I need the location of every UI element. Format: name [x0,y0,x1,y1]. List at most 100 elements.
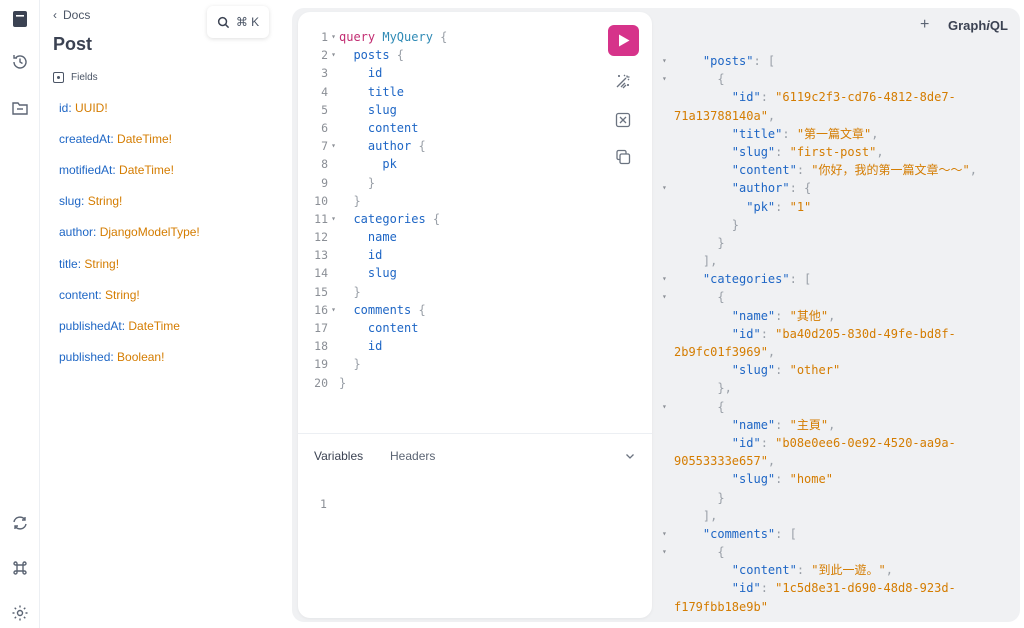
field-content[interactable]: content: String! [59,288,140,302]
fold-toggle-icon[interactable]: ▾ [328,301,339,319]
field-type[interactable]: DateTime [128,319,180,333]
fold-toggle-icon[interactable]: ▾ [660,52,674,70]
field-type[interactable]: UUID! [75,101,108,115]
field-title[interactable]: title: String! [59,257,119,271]
result-line: ▾ "comments": [ [660,525,1015,543]
result-text: "slug": "first-post", [731,144,884,159]
field-type[interactable]: DateTime! [119,163,174,177]
query-code[interactable]: 1 ▾ query MyQuery {2 ▾ posts {3 id 4 title 5 … [308,28,447,392]
field-type[interactable]: Boolean! [117,350,164,364]
field-publishedAt[interactable]: publishedAt: DateTime [59,319,180,333]
chevron-down-icon[interactable] [624,450,636,462]
shortcuts-icon[interactable] [6,554,34,582]
fold-toggle-icon [660,198,674,216]
docs-icon[interactable] [6,5,34,33]
fold-toggle-icon[interactable]: ▾ [660,398,674,416]
docs-back-link[interactable]: ‹ Docs [53,8,90,22]
field-type[interactable]: String! [105,288,140,302]
field-name[interactable]: slug [59,194,81,208]
field-name[interactable]: publishedAt [59,319,122,333]
code-line: 15 } [308,283,447,301]
field-type[interactable]: String! [84,257,119,271]
copy-query-button[interactable] [612,146,634,168]
fold-toggle-icon[interactable]: ▾ [660,70,674,88]
result-line: ▾ { [660,70,1015,88]
code-line: 16 ▾ comments { [308,301,447,319]
field-name[interactable]: content [59,288,98,302]
fold-toggle-icon[interactable]: ▾ [328,210,339,228]
result-line: "pk": "1" [660,198,1015,216]
prettify-button[interactable] [612,70,634,92]
result-text: "title": "第一篇文章", [731,126,879,141]
merge-fragments-button[interactable] [612,109,634,131]
fold-toggle-icon [328,374,339,392]
code-line: 2 ▾ posts { [308,46,447,64]
fold-toggle-icon [328,264,339,282]
settings-icon[interactable] [6,599,34,627]
code-line: 4 title [308,83,447,101]
line-number: 4 [321,84,328,99]
field-id[interactable]: id: UUID! [59,101,108,115]
field-type[interactable]: String! [88,194,123,208]
code-text: } [339,175,376,190]
fold-toggle-icon[interactable]: ▾ [328,46,339,64]
code-text: } [339,357,361,372]
field-name[interactable]: id [59,101,68,115]
result-viewer[interactable]: ▾ "posts": [▾ { "id": "6119c2f3-cd76-481… [660,52,1015,618]
result-text: } [674,217,740,232]
history-icon[interactable] [6,48,34,76]
run-query-button[interactable] [608,25,639,56]
result-text: }, [674,381,732,396]
query-editor[interactable]: 1 ▾ query MyQuery {2 ▾ posts {3 id 4 title 5 … [298,12,652,618]
field-published[interactable]: published: Boolean! [59,350,164,364]
fold-toggle-icon[interactable]: ▾ [660,543,674,561]
field-type[interactable]: DateTime! [117,132,172,146]
fold-toggle-icon[interactable]: ▾ [660,525,674,543]
fold-toggle-icon[interactable]: ▾ [328,28,339,46]
result-line: ▾ "author": { [660,179,1015,197]
field-type[interactable]: DjangoModelType! [100,225,200,239]
result-line: ▾ "categories": [ [660,270,1015,288]
fold-toggle-icon[interactable]: ▾ [328,137,339,155]
fold-toggle-icon[interactable]: ▾ [660,270,674,288]
line-number: 17 [314,321,328,335]
result-text: "categories": [ [702,272,812,287]
fold-toggle-icon [660,307,674,325]
tab-headers[interactable]: Headers [390,449,435,463]
field-name[interactable]: motifiedAt [59,163,112,177]
fold-toggle-icon [660,470,674,488]
field-name[interactable]: published [59,350,110,364]
code-line: 9 } [308,174,447,192]
docs-search-button[interactable]: ⌘ K [207,6,269,38]
code-line: 6 content [308,119,447,137]
add-tab-button[interactable]: + [920,16,929,34]
result-line: "slug": "home" [660,470,1015,488]
fold-toggle-icon[interactable]: ▾ [660,288,674,306]
field-author[interactable]: author: DjangoModelType! [59,225,200,239]
fold-toggle-icon [328,83,339,101]
line-number: 12 [314,230,328,245]
fold-toggle-icon [660,616,674,618]
field-separator: : [81,194,88,209]
line-number: 15 [314,284,328,299]
result-text: { [674,399,725,414]
result-text: "name": "主頁", [731,417,836,432]
field-createdAt[interactable]: createdAt: DateTime! [59,132,172,146]
field-name[interactable]: createdAt [59,132,110,146]
result-text: "content": "你好，我的第一篇文章～～", [731,163,977,178]
fold-toggle-icon[interactable]: ▾ [660,179,674,197]
field-motifiedAt[interactable]: motifiedAt: DateTime! [59,163,174,177]
line-number: 14 [314,266,328,281]
fold-toggle-icon [660,161,674,179]
variables-line-number: 1 [320,497,327,511]
field-name[interactable]: author [59,225,93,239]
refetch-schema-icon[interactable] [6,509,34,537]
field-name[interactable]: title [59,257,78,271]
fold-toggle-icon [660,598,674,616]
field-slug[interactable]: slug: String! [59,194,122,208]
result-line: ▾ "posts": [ [660,52,1015,70]
result-text: 2b9fc01f3969", [674,345,776,359]
explorer-icon[interactable] [6,94,34,122]
result-line: }, [660,379,1015,397]
tab-variables[interactable]: Variables [314,449,363,463]
